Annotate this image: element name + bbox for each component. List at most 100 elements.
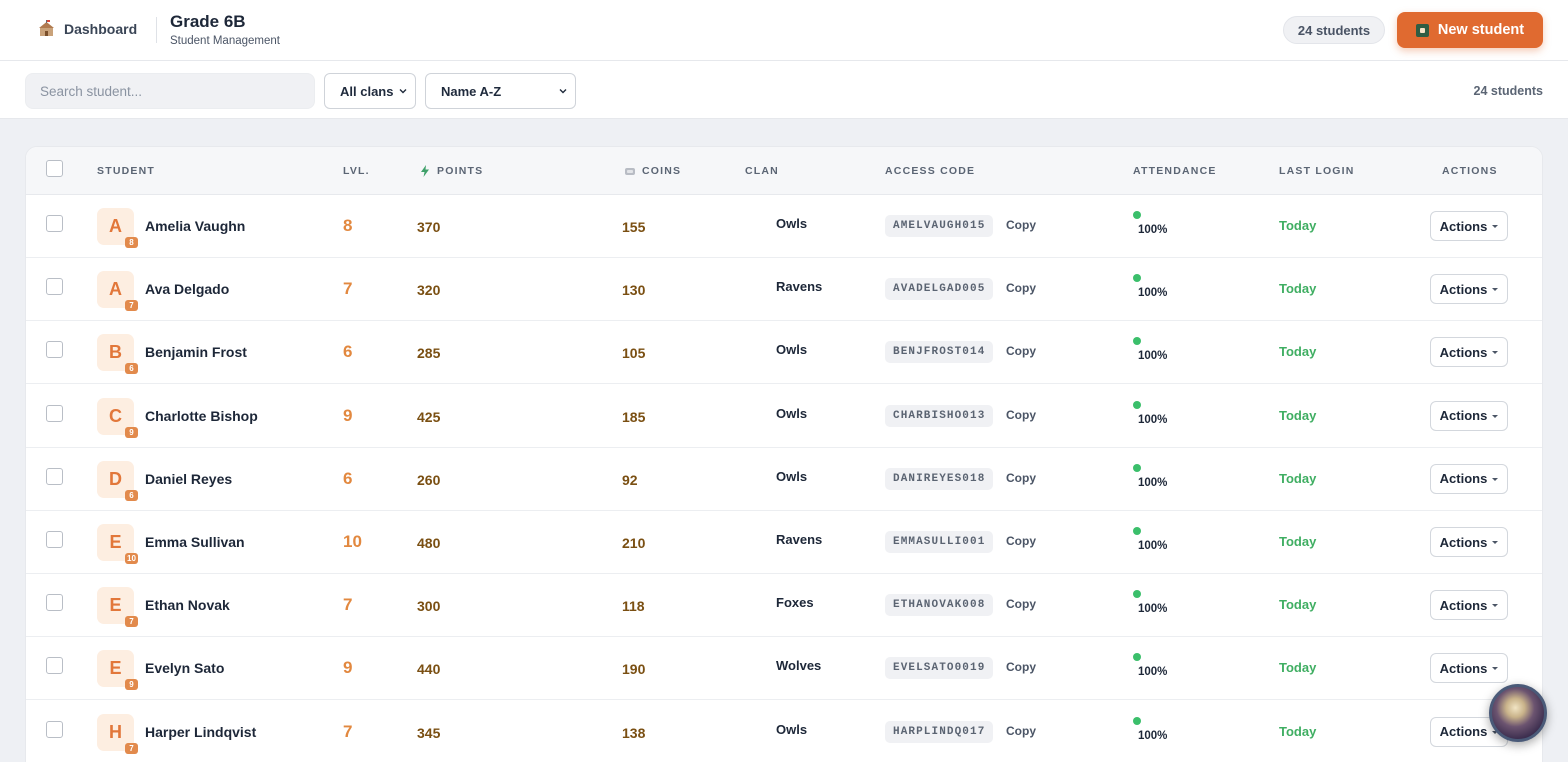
avatar-level-badge: 6 xyxy=(125,363,138,375)
actions-dropdown-button[interactable]: Actions xyxy=(1430,400,1508,431)
col-last-login[interactable]: LAST LOGIN xyxy=(1279,165,1355,177)
student-name[interactable]: Harper Lindqvist xyxy=(145,724,256,740)
row-checkbox[interactable] xyxy=(46,278,63,296)
attendance-status-dot xyxy=(1133,274,1141,283)
copy-code-button[interactable]: Copy xyxy=(1006,534,1036,548)
copy-code-button[interactable]: Copy xyxy=(1006,471,1036,485)
avatar-initial: C xyxy=(109,405,122,426)
actions-dropdown-button[interactable]: Actions xyxy=(1430,337,1508,368)
student-name[interactable]: Ava Delgado xyxy=(145,281,229,297)
assistant-avatar-button[interactable] xyxy=(1489,684,1547,742)
sort-select[interactable]: Name A-Z xyxy=(425,73,576,109)
student-clan: Ravens xyxy=(776,532,823,547)
last-login: Today xyxy=(1279,470,1317,486)
sort-select-value: Name A-Z xyxy=(441,83,502,99)
student-name[interactable]: Ethan Novak xyxy=(145,597,230,613)
lightning-icon xyxy=(421,165,429,177)
actions-dropdown-button[interactable]: Actions xyxy=(1430,463,1508,494)
row-checkbox[interactable] xyxy=(46,467,63,485)
copy-code-button[interactable]: Copy xyxy=(1006,408,1036,422)
chevron-down-icon xyxy=(399,89,407,94)
table-row[interactable]: H 7 Harper Lindqvist 7 345 138 Owls HARP… xyxy=(26,701,1542,762)
top-bar: Dashboard Grade 6B Student Management 24… xyxy=(0,0,1568,61)
avatar-level-badge: 9 xyxy=(125,679,138,691)
actions-dropdown-button[interactable]: Actions xyxy=(1430,527,1508,557)
new-student-button[interactable]: New student xyxy=(1397,12,1543,48)
table-row[interactable]: A 7 Ava Delgado 7 320 130 Ravens AVADELG… xyxy=(26,258,1542,322)
row-checkbox[interactable] xyxy=(46,531,63,548)
actions-label: Actions xyxy=(1439,597,1488,613)
access-code: ETHANOVAK008 xyxy=(885,594,994,617)
table-row[interactable]: A 8 Amelia Vaughn 8 370 155 Owls AMELVAU… xyxy=(26,195,1542,258)
actions-dropdown-button[interactable]: Actions xyxy=(1430,653,1508,684)
row-checkbox[interactable] xyxy=(46,594,63,612)
clan-select[interactable]: All clans xyxy=(324,73,416,109)
table-row[interactable]: E 7 Ethan Novak 7 300 118 Foxes ETHANOVA… xyxy=(26,574,1542,638)
col-actions: ACTIONS xyxy=(1442,165,1498,177)
access-code: DANIREYES018 xyxy=(885,467,994,490)
student-name[interactable]: Evelyn Sato xyxy=(145,660,224,676)
copy-code-button[interactable]: Copy xyxy=(1006,344,1036,358)
result-count: 24 students xyxy=(1473,84,1543,98)
select-all-checkbox[interactable] xyxy=(46,160,63,177)
actions-dropdown-button[interactable]: Actions xyxy=(1430,211,1508,241)
student-coins: 92 xyxy=(622,471,638,488)
col-coins[interactable]: COINS xyxy=(624,165,681,177)
student-clan: Owls xyxy=(776,405,808,421)
student-name[interactable]: Emma Sullivan xyxy=(145,534,245,550)
copy-code-button[interactable]: Copy xyxy=(1006,218,1036,232)
student-level: 7 xyxy=(343,279,353,299)
student-points: 370 xyxy=(417,219,441,235)
actions-label: Actions xyxy=(1439,408,1488,424)
last-login: Today xyxy=(1279,723,1317,739)
copy-code-button[interactable]: Copy xyxy=(1006,281,1036,295)
row-checkbox[interactable] xyxy=(46,215,63,232)
access-code: HARPLINDQ017 xyxy=(885,720,994,743)
table-header: STUDENT LVL. POINTS COINS CLAN ACCESS CO… xyxy=(26,147,1542,195)
copy-code-button[interactable]: Copy xyxy=(1006,597,1036,611)
col-access-code[interactable]: ACCESS CODE xyxy=(885,165,975,177)
student-name[interactable]: Amelia Vaughn xyxy=(145,218,245,234)
actions-label: Actions xyxy=(1439,344,1488,360)
access-code: EVELSATO0019 xyxy=(885,657,994,680)
filter-bar: All clans Name A-Z 24 students xyxy=(0,61,1568,119)
col-level[interactable]: LVL. xyxy=(343,165,370,177)
row-checkbox[interactable] xyxy=(46,720,63,738)
student-level: 7 xyxy=(343,595,353,615)
row-checkbox[interactable] xyxy=(46,404,63,422)
col-attendance[interactable]: ATTENDANCE xyxy=(1133,165,1217,177)
table-row[interactable]: B 6 Benjamin Frost 6 285 105 Owls BENJFR… xyxy=(26,321,1542,385)
attendance-status-dot xyxy=(1133,527,1141,535)
page-subtitle: Student Management xyxy=(170,35,280,47)
row-checkbox[interactable] xyxy=(46,341,63,359)
copy-code-button[interactable]: Copy xyxy=(1006,660,1036,674)
student-name[interactable]: Daniel Reyes xyxy=(145,471,232,487)
avatar: E 10 xyxy=(97,524,138,564)
col-points[interactable]: POINTS xyxy=(419,165,483,177)
actions-label: Actions xyxy=(1439,534,1488,550)
table-row[interactable]: C 9 Charlotte Bishop 9 425 185 Owls CHAR… xyxy=(26,385,1542,448)
row-checkbox[interactable] xyxy=(46,657,63,675)
actions-dropdown-button[interactable]: Actions xyxy=(1430,274,1508,305)
attendance-status-dot xyxy=(1133,716,1141,725)
table-row[interactable]: E 10 Emma Sullivan 10 480 210 Ravens EMM… xyxy=(26,511,1542,574)
copy-code-button[interactable]: Copy xyxy=(1006,724,1036,738)
search-input[interactable] xyxy=(25,73,315,109)
student-coins: 105 xyxy=(622,345,646,362)
table-row[interactable]: D 6 Daniel Reyes 6 260 92 Owls DANIREYES… xyxy=(26,448,1542,511)
student-name[interactable]: Benjamin Frost xyxy=(145,344,247,360)
table-row[interactable]: E 9 Evelyn Sato 9 440 190 Wolves EVELSAT… xyxy=(26,637,1542,701)
avatar: B 6 xyxy=(97,334,138,375)
student-clan: Owls xyxy=(776,216,808,231)
actions-dropdown-button[interactable]: Actions xyxy=(1430,590,1508,621)
attendance-value: 100% xyxy=(1138,413,1168,426)
student-name[interactable]: Charlotte Bishop xyxy=(145,408,258,424)
dashboard-link[interactable]: Dashboard xyxy=(38,20,137,37)
attendance-value: 100% xyxy=(1138,729,1168,742)
col-clan[interactable]: CLAN xyxy=(745,165,779,177)
last-login: Today xyxy=(1279,534,1317,549)
col-student[interactable]: STUDENT xyxy=(97,165,155,177)
attendance-value: 100% xyxy=(1138,540,1168,552)
access-code: AMELVAUGH015 xyxy=(885,215,994,237)
attendance-value: 100% xyxy=(1138,603,1168,616)
